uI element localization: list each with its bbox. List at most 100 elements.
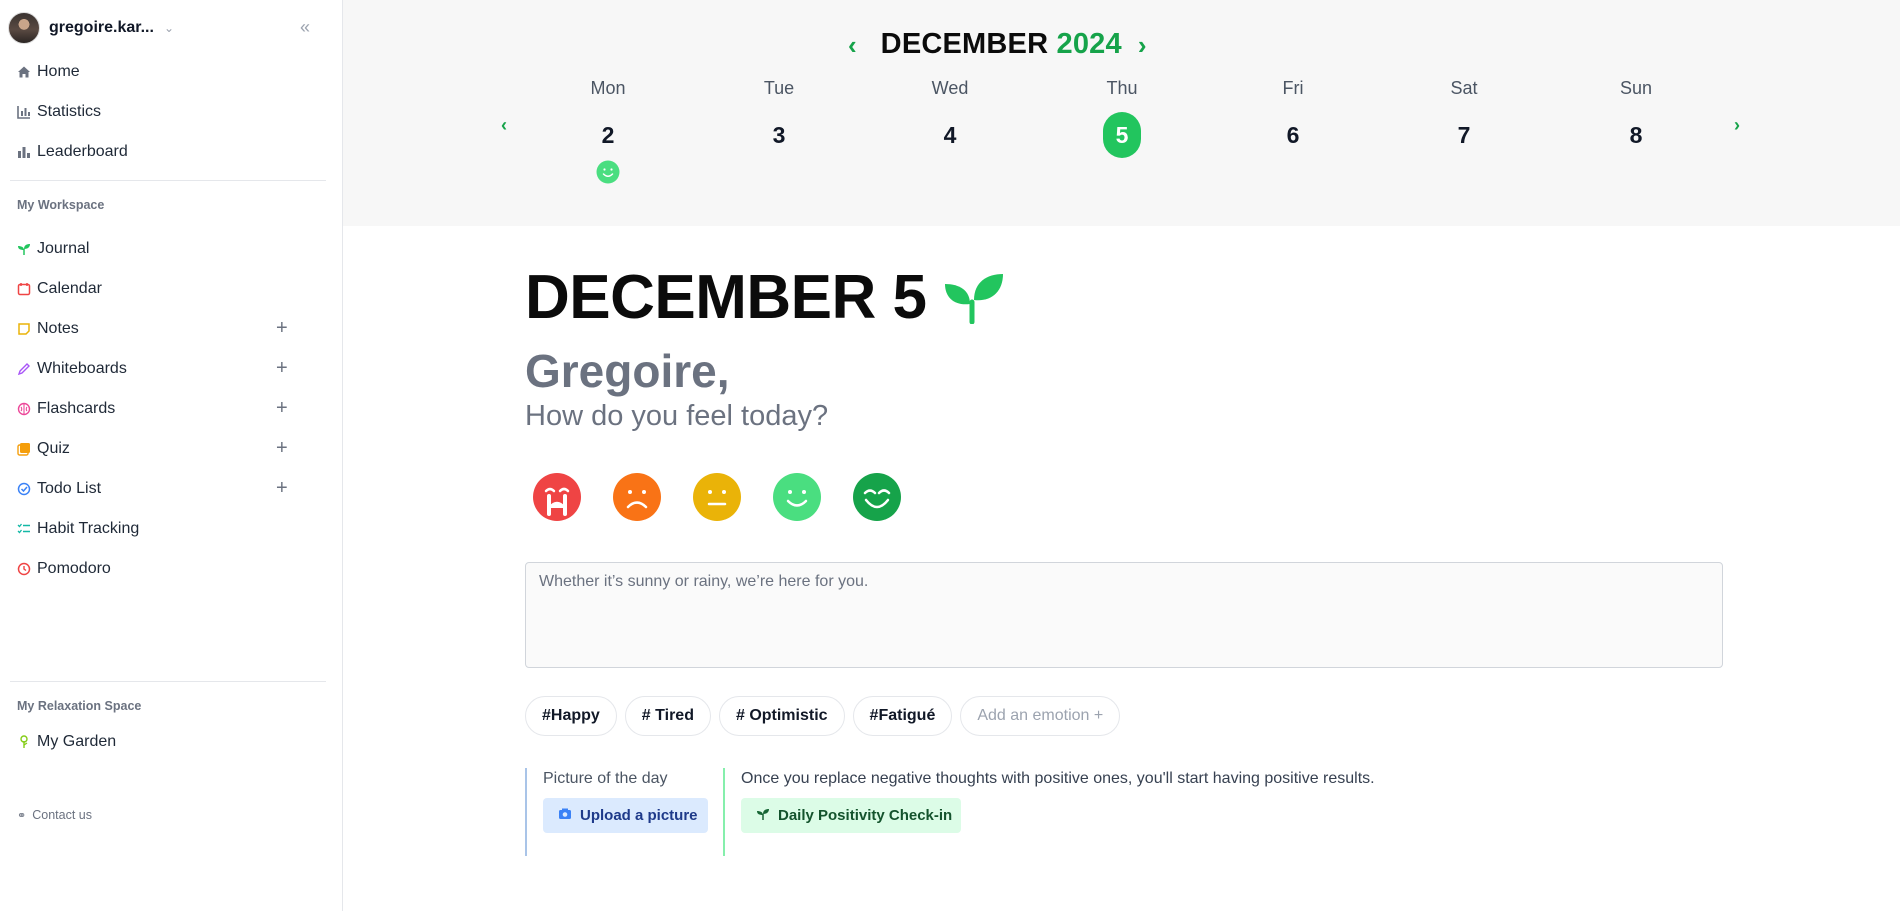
sidebar-item-todo-list[interactable]: Todo List: [17, 478, 101, 500]
checkin-label: Daily Positivity Check-in: [778, 807, 953, 824]
sidebar: gregoire.kar... ⌄ « Home Statistics Lead…: [0, 0, 343, 911]
mood-selector: [532, 472, 932, 522]
tag-fatigue[interactable]: #Fatigué: [852, 696, 953, 736]
sidebar-item-label: Whiteboards: [37, 360, 127, 377]
upload-picture-button[interactable]: Upload a picture: [543, 798, 708, 833]
next-month-button[interactable]: ›: [1138, 32, 1147, 58]
week-calendar: ‹ DECEMBER 2024 › ‹ › Mon 2 Tue 3 Wed 4 Thu 5 Fr…: [343, 0, 1900, 226]
avatar: [8, 12, 40, 44]
camera-icon: [558, 807, 572, 825]
neutral-face-icon[interactable]: [692, 472, 742, 522]
sidebar-item-notes[interactable]: Notes: [17, 318, 79, 340]
add-note-button[interactable]: +: [276, 318, 288, 338]
quiz-icon: [17, 442, 31, 456]
sidebar-item-label: Home: [37, 63, 80, 80]
sidebar-item-label: Leaderboard: [37, 143, 128, 160]
month-navigator: ‹ DECEMBER 2024 ›: [848, 28, 1147, 61]
emotion-tags: #Happy # Tired # Optimistic #Fatigué Add…: [525, 696, 1128, 736]
sidebar-item-my-garden[interactable]: My Garden: [17, 731, 116, 753]
collapse-sidebar-icon[interactable]: «: [300, 18, 310, 36]
day-mon[interactable]: Mon 2: [568, 78, 648, 189]
picture-label: Picture of the day: [543, 770, 668, 787]
sidebar-item-label: Pomodoro: [37, 560, 111, 577]
clock-icon: [17, 562, 31, 576]
sprout-icon: [756, 807, 770, 825]
prev-week-button[interactable]: ‹: [501, 115, 507, 136]
sidebar-item-label: My Garden: [37, 733, 117, 750]
day-fri[interactable]: Fri 6: [1253, 78, 1333, 158]
chart-icon: [17, 105, 31, 119]
sidebar-item-home[interactable]: Home: [17, 61, 80, 83]
user-menu[interactable]: gregoire.kar... ⌄: [8, 12, 174, 44]
sprout-icon: [944, 273, 1003, 324]
day-name: Mon: [590, 78, 626, 98]
tag-tired[interactable]: # Tired: [624, 696, 711, 736]
day-name: Fri: [1282, 78, 1304, 98]
check-circle-icon: [17, 482, 31, 496]
calendar-icon: [17, 282, 31, 296]
picture-of-the-day: Picture of the day Upload a picture: [525, 768, 725, 856]
day-sun[interactable]: Sun 8: [1596, 78, 1676, 158]
day-number[interactable]: 4: [931, 112, 969, 158]
plant-icon: [17, 735, 31, 749]
divider: [10, 180, 326, 181]
day-number[interactable]: 2: [589, 112, 627, 158]
day-name: Tue: [763, 78, 795, 98]
sidebar-item-habit-tracking[interactable]: Habit Tracking: [17, 518, 139, 540]
positivity-checkin-button[interactable]: Daily Positivity Check-in: [741, 798, 961, 833]
journal-textarea[interactable]: [525, 562, 1723, 668]
sidebar-item-label: Notes: [37, 320, 79, 337]
page-title: DECEMBER 5: [525, 262, 1005, 333]
sad-face-icon[interactable]: [612, 472, 662, 522]
day-number[interactable]: 6: [1274, 112, 1312, 158]
home-icon: [17, 65, 31, 79]
headline-date: DECEMBER 5: [525, 263, 927, 332]
very-happy-face-icon[interactable]: [852, 472, 902, 522]
checklist-icon: [17, 522, 31, 536]
sidebar-item-label: Quiz: [37, 440, 70, 457]
sidebar-item-label: Journal: [37, 240, 90, 257]
brain-icon: [17, 402, 31, 416]
day-tue[interactable]: Tue 3: [739, 78, 819, 158]
day-number[interactable]: 8: [1617, 112, 1655, 158]
add-emotion-button[interactable]: Add an emotion +: [960, 696, 1121, 736]
next-week-button[interactable]: ›: [1734, 115, 1740, 136]
sidebar-item-journal[interactable]: Journal: [17, 238, 89, 260]
sidebar-item-leaderboard[interactable]: Leaderboard: [17, 141, 128, 163]
sidebar-item-label: Habit Tracking: [37, 520, 140, 537]
sidebar-item-statistics[interactable]: Statistics: [17, 101, 101, 123]
add-flashcards-button[interactable]: +: [276, 398, 288, 418]
sprout-icon: [17, 242, 31, 256]
sidebar-item-whiteboards[interactable]: Whiteboards: [17, 358, 127, 380]
prev-month-button[interactable]: ‹: [848, 32, 857, 58]
day-name: Wed: [931, 78, 969, 98]
tag-optimistic[interactable]: # Optimistic: [718, 696, 845, 736]
day-thu[interactable]: Thu 5: [1082, 78, 1162, 158]
tag-happy[interactable]: #Happy: [525, 696, 617, 736]
sidebar-item-label: Todo List: [37, 480, 102, 497]
contact-us-link[interactable]: ⚭ Contact us: [17, 808, 92, 822]
sidebar-item-quiz[interactable]: Quiz: [17, 438, 70, 460]
add-whiteboard-button[interactable]: +: [276, 358, 288, 378]
day-number[interactable]: 7: [1445, 112, 1483, 158]
podium-icon: [17, 145, 31, 159]
add-todo-button[interactable]: +: [276, 478, 288, 498]
pencil-icon: [17, 362, 31, 376]
greeting: Gregoire,: [525, 345, 730, 397]
today-date[interactable]: 5: [1103, 112, 1141, 158]
sidebar-item-calendar[interactable]: Calendar: [17, 278, 102, 300]
add-quiz-button[interactable]: +: [276, 438, 288, 458]
sidebar-item-flashcards[interactable]: Flashcards: [17, 398, 115, 420]
day-wed[interactable]: Wed 4: [910, 78, 990, 158]
section-label-relaxation: My Relaxation Space: [17, 699, 142, 713]
day-number[interactable]: 3: [760, 112, 798, 158]
sidebar-item-pomodoro[interactable]: Pomodoro: [17, 558, 111, 580]
user-name: gregoire.kar...: [49, 19, 154, 36]
sidebar-item-label: Statistics: [37, 103, 102, 120]
crying-face-icon[interactable]: [532, 472, 582, 522]
headset-icon: ⚭: [17, 809, 27, 822]
day-name: Sun: [1619, 78, 1653, 98]
day-sat[interactable]: Sat 7: [1424, 78, 1504, 158]
chevron-down-icon: ⌄: [163, 21, 174, 35]
happy-face-icon[interactable]: [772, 472, 822, 522]
